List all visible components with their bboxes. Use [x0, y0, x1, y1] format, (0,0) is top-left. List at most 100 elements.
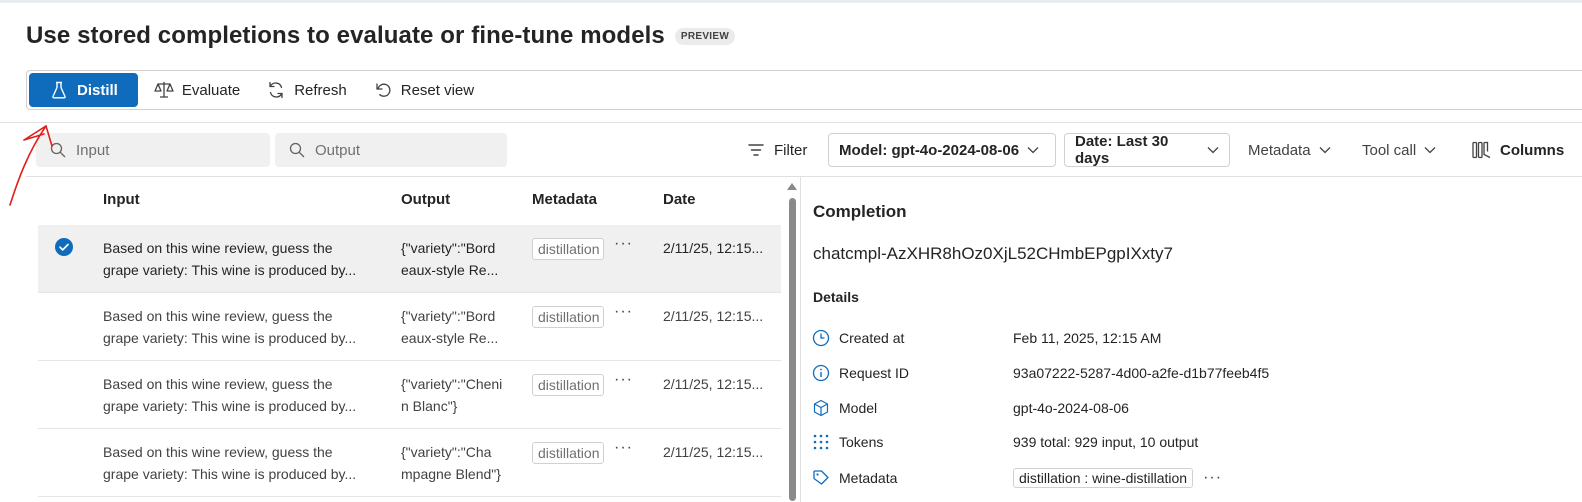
- input-cell: Based on this wine review, guess the gra…: [103, 373, 385, 417]
- date-cell: 2/11/25, 12:15...: [663, 376, 764, 392]
- input-search-field[interactable]: Input: [36, 133, 270, 167]
- created-value: Feb 11, 2025, 12:15 AM: [1013, 330, 1162, 346]
- metadata-tag[interactable]: distillation: [532, 306, 604, 328]
- output-search-field[interactable]: Output: [275, 133, 507, 167]
- date-cell: 2/11/25, 12:15...: [663, 240, 764, 256]
- reset-view-button[interactable]: Reset view: [363, 74, 484, 106]
- completion-detail-panel: Completion chatcmpl-AzXHR8hOz0XjL52CHmbE…: [800, 176, 1582, 502]
- page-title: Use stored completions to evaluate or fi…: [26, 22, 665, 49]
- column-header-input[interactable]: Input: [103, 191, 140, 208]
- scales-icon: [154, 80, 174, 100]
- command-toolbar: Distill Evaluate Refresh Reset view: [26, 70, 1582, 110]
- column-header-date[interactable]: Date: [663, 191, 696, 208]
- scroll-up-arrow-icon[interactable]: [787, 183, 797, 190]
- input-cell-line: grape variety: This wine is produced by.…: [103, 262, 357, 278]
- detail-row-created: Created at: [812, 326, 904, 350]
- details-heading: Details: [813, 289, 859, 305]
- table-row[interactable]: Based on this wine review, guess the gra…: [38, 293, 781, 361]
- output-cell-line: {"variety":"Bord: [401, 240, 496, 256]
- cube-icon: [812, 399, 830, 417]
- date-dropdown[interactable]: Date: Last 30 days: [1064, 133, 1230, 167]
- output-cell-line: mpagne Blend"}: [401, 466, 501, 482]
- metadata-tag[interactable]: distillation: [532, 238, 604, 260]
- tool-call-dropdown-label: Tool call: [1362, 141, 1417, 159]
- checked-circle-icon[interactable]: [55, 238, 73, 256]
- scrollbar-thumb[interactable]: [789, 198, 796, 501]
- input-cell-line: grape variety: This wine is produced by.…: [103, 330, 357, 346]
- more-options-button[interactable]: ···: [614, 235, 633, 253]
- output-cell-line: eaux-style Re...: [401, 262, 499, 278]
- metadata-more-button[interactable]: ···: [1203, 469, 1222, 487]
- info-icon: [812, 364, 830, 382]
- request-id-value: 93a07222-5287-4d00-a2fe-d1b77feeb4f5: [1013, 365, 1270, 381]
- output-cell-line: n Blanc"}: [401, 398, 458, 414]
- flask-icon: [49, 80, 69, 100]
- preview-badge: PREVIEW: [674, 27, 736, 45]
- metadata-value-group: distillation : wine-distillation ···: [1013, 466, 1222, 490]
- filter-label: Filter: [774, 141, 808, 159]
- more-options-button[interactable]: ···: [614, 371, 633, 389]
- metadata-dropdown[interactable]: Metadata: [1248, 133, 1331, 167]
- metadata-tag[interactable]: distillation: [532, 442, 604, 464]
- metadata-dropdown-label: Metadata: [1248, 141, 1311, 159]
- detail-row-request-id: Request ID: [812, 361, 909, 385]
- metadata-tag[interactable]: distillation: [532, 374, 604, 396]
- top-border: [0, 0, 1582, 3]
- input-cell: Based on this wine review, guess the gra…: [103, 237, 385, 281]
- input-cell-line: grape variety: This wine is produced by.…: [103, 398, 357, 414]
- model-label: Model: [839, 400, 878, 416]
- filter-button[interactable]: Filter: [748, 133, 807, 167]
- input-cell: Based on this wine review, guess the gra…: [103, 305, 385, 349]
- input-cell-line: Based on this wine review, guess the: [103, 444, 333, 460]
- filter-icon: [748, 143, 764, 157]
- chevron-down-icon: [1319, 146, 1331, 154]
- completion-id: chatcmpl-AzXHR8hOz0XjL52CHmbEPgpIXxty7: [813, 244, 1173, 263]
- input-cell-line: grape variety: This wine is produced by.…: [103, 466, 357, 482]
- output-cell-line: eaux-style Re...: [401, 330, 499, 346]
- input-cell-line: Based on this wine review, guess the: [103, 240, 333, 256]
- input-cell: Based on this wine review, guess the gra…: [103, 441, 385, 485]
- input-cell-line: Based on this wine review, guess the: [103, 308, 333, 324]
- refresh-button[interactable]: Refresh: [256, 74, 357, 106]
- date-dropdown-label: Date: Last 30 days: [1075, 133, 1169, 167]
- column-header-output[interactable]: Output: [401, 191, 450, 208]
- chevron-down-icon: [1207, 146, 1219, 154]
- table-row[interactable]: Based on this wine review, guess the gra…: [38, 429, 781, 497]
- chevron-down-icon: [1424, 146, 1436, 154]
- more-options-button[interactable]: ···: [614, 303, 633, 321]
- reset-view-label: Reset view: [400, 81, 475, 99]
- filter-bar: Input Output Filter Model: gpt-4o-2024-0…: [0, 122, 1582, 177]
- tool-call-dropdown[interactable]: Tool call: [1362, 133, 1436, 167]
- input-cell-line: Based on this wine review, guess the: [103, 376, 333, 392]
- output-cell: {"variety":"Cheni n Blanc"}: [401, 373, 517, 417]
- tokens-value: 939 total: 929 input, 10 output: [1013, 434, 1199, 450]
- more-options-button[interactable]: ···: [614, 439, 633, 457]
- undo-icon: [373, 80, 393, 100]
- search-icon: [289, 142, 305, 158]
- distill-button[interactable]: Distill: [29, 73, 138, 107]
- column-header-metadata[interactable]: Metadata: [532, 191, 597, 208]
- evaluate-button[interactable]: Evaluate: [144, 74, 250, 106]
- completions-table: Input Output Metadata Date Based on this…: [26, 176, 801, 502]
- detail-row-metadata: Metadata: [812, 466, 897, 490]
- columns-icon: [1472, 141, 1492, 159]
- model-dropdown[interactable]: Model: gpt-4o-2024-08-06: [828, 133, 1056, 167]
- output-cell-line: {"variety":"Bord: [401, 308, 496, 324]
- chevron-down-icon: [1027, 146, 1039, 154]
- columns-label: Columns: [1500, 141, 1565, 159]
- request-id-label: Request ID: [839, 365, 910, 381]
- columns-button[interactable]: Columns: [1472, 133, 1564, 167]
- refresh-icon: [266, 80, 286, 100]
- output-cell: {"variety":"Bord eaux-style Re...: [401, 305, 517, 349]
- clock-icon: [812, 329, 830, 347]
- model-value: gpt-4o-2024-08-06: [1013, 400, 1129, 416]
- evaluate-label: Evaluate: [181, 81, 241, 99]
- created-label: Created at: [839, 330, 905, 346]
- table-row[interactable]: Based on this wine review, guess the gra…: [38, 225, 781, 293]
- tokens-grid-icon: [812, 433, 830, 451]
- tag-icon: [812, 469, 830, 487]
- output-cell-line: {"variety":"Cha: [401, 444, 492, 460]
- metadata-value-tag[interactable]: distillation : wine-distillation: [1013, 468, 1194, 488]
- table-row[interactable]: Based on this wine review, guess the gra…: [38, 361, 781, 429]
- output-search-placeholder: Output: [315, 141, 361, 159]
